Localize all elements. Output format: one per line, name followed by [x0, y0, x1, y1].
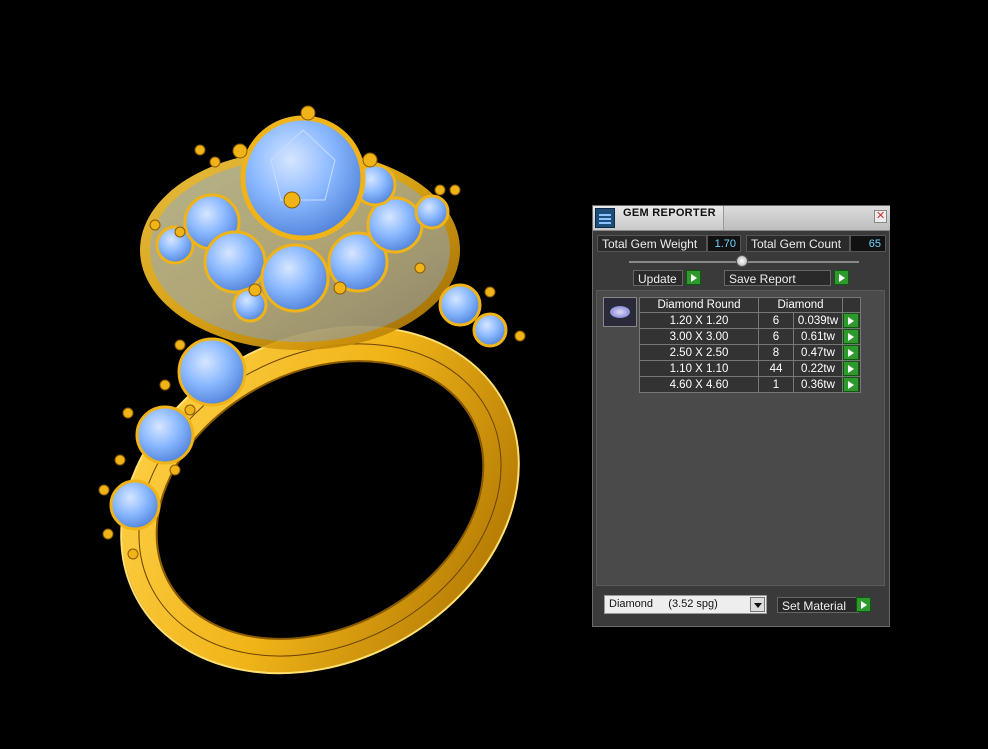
gem-weight: 0.47tw [793, 344, 843, 361]
play-arrow-icon[interactable] [843, 313, 859, 328]
play-arrow-icon[interactable] [843, 329, 859, 344]
material-select-value: Diamond (3.52 spg) [609, 598, 718, 610]
gem-weight: 0.61tw [793, 328, 843, 345]
gem-weight: 0.22tw [793, 360, 843, 377]
gem-count: 8 [758, 344, 794, 361]
gem-size: 2.50 X 2.50 [639, 344, 759, 361]
splitter-handle[interactable] [736, 255, 748, 267]
gem-weight: 0.039tw [793, 312, 843, 329]
total-gem-weight-value: 1.70 [707, 235, 741, 252]
gem-count: 1 [758, 376, 794, 393]
window-title: GEM REPORTER [623, 207, 716, 219]
play-arrow-icon[interactable] [834, 270, 849, 285]
gem-count: 6 [758, 328, 794, 345]
gem-size: 1.20 X 1.20 [639, 312, 759, 329]
play-arrow-icon[interactable] [843, 361, 859, 376]
play-arrow-icon[interactable] [856, 597, 871, 612]
table-row[interactable]: 3.00 X 3.00 6 0.61tw [639, 328, 861, 345]
column-header-material: Diamond [758, 297, 843, 313]
chevron-down-icon[interactable] [750, 597, 765, 612]
gem-size: 4.60 X 4.60 [639, 376, 759, 393]
gem-count: 6 [758, 312, 794, 329]
set-material-button[interactable]: Set Material [777, 597, 859, 613]
play-arrow-icon[interactable] [843, 377, 859, 392]
gem-reporter-panel: GEM REPORTER Total Gem Weight 1.70 Total… [592, 205, 890, 627]
column-header-shape: Diamond Round [639, 297, 759, 313]
gem-weight: 0.36tw [793, 376, 843, 393]
title-bar-spacer [723, 206, 890, 230]
title-bar[interactable]: GEM REPORTER [593, 206, 890, 231]
gem-table: Diamond Round Diamond 1.20 X 1.20 6 0.03… [639, 297, 861, 393]
gem-size: 3.00 X 3.00 [639, 328, 759, 345]
table-row[interactable]: 2.50 X 2.50 8 0.47tw [639, 344, 861, 361]
gem-size: 1.10 X 1.10 [639, 360, 759, 377]
table-row[interactable]: 1.10 X 1.10 44 0.22tw [639, 360, 861, 377]
gem-count: 44 [758, 360, 794, 377]
ring-model [98, 105, 526, 675]
gem-reporter-icon [595, 208, 615, 228]
save-report-button[interactable]: Save Report [724, 270, 831, 286]
update-button[interactable]: Update [633, 270, 683, 286]
total-gem-weight-label: Total Gem Weight [597, 235, 707, 252]
table-row[interactable]: 4.60 X 4.60 1 0.36tw [639, 376, 861, 393]
table-row[interactable]: 1.20 X 1.20 6 0.039tw [639, 312, 861, 329]
round-gem-icon[interactable] [603, 297, 637, 327]
play-arrow-icon[interactable] [686, 270, 701, 285]
total-gem-count-label: Total Gem Count [746, 235, 850, 252]
play-arrow-icon[interactable] [843, 345, 859, 360]
material-select[interactable]: Diamond (3.52 spg) [604, 595, 767, 614]
close-icon[interactable] [874, 209, 887, 223]
gem-table-area: Diamond Round Diamond 1.20 X 1.20 6 0.03… [596, 290, 885, 586]
total-gem-count-value: 65 [850, 235, 886, 252]
